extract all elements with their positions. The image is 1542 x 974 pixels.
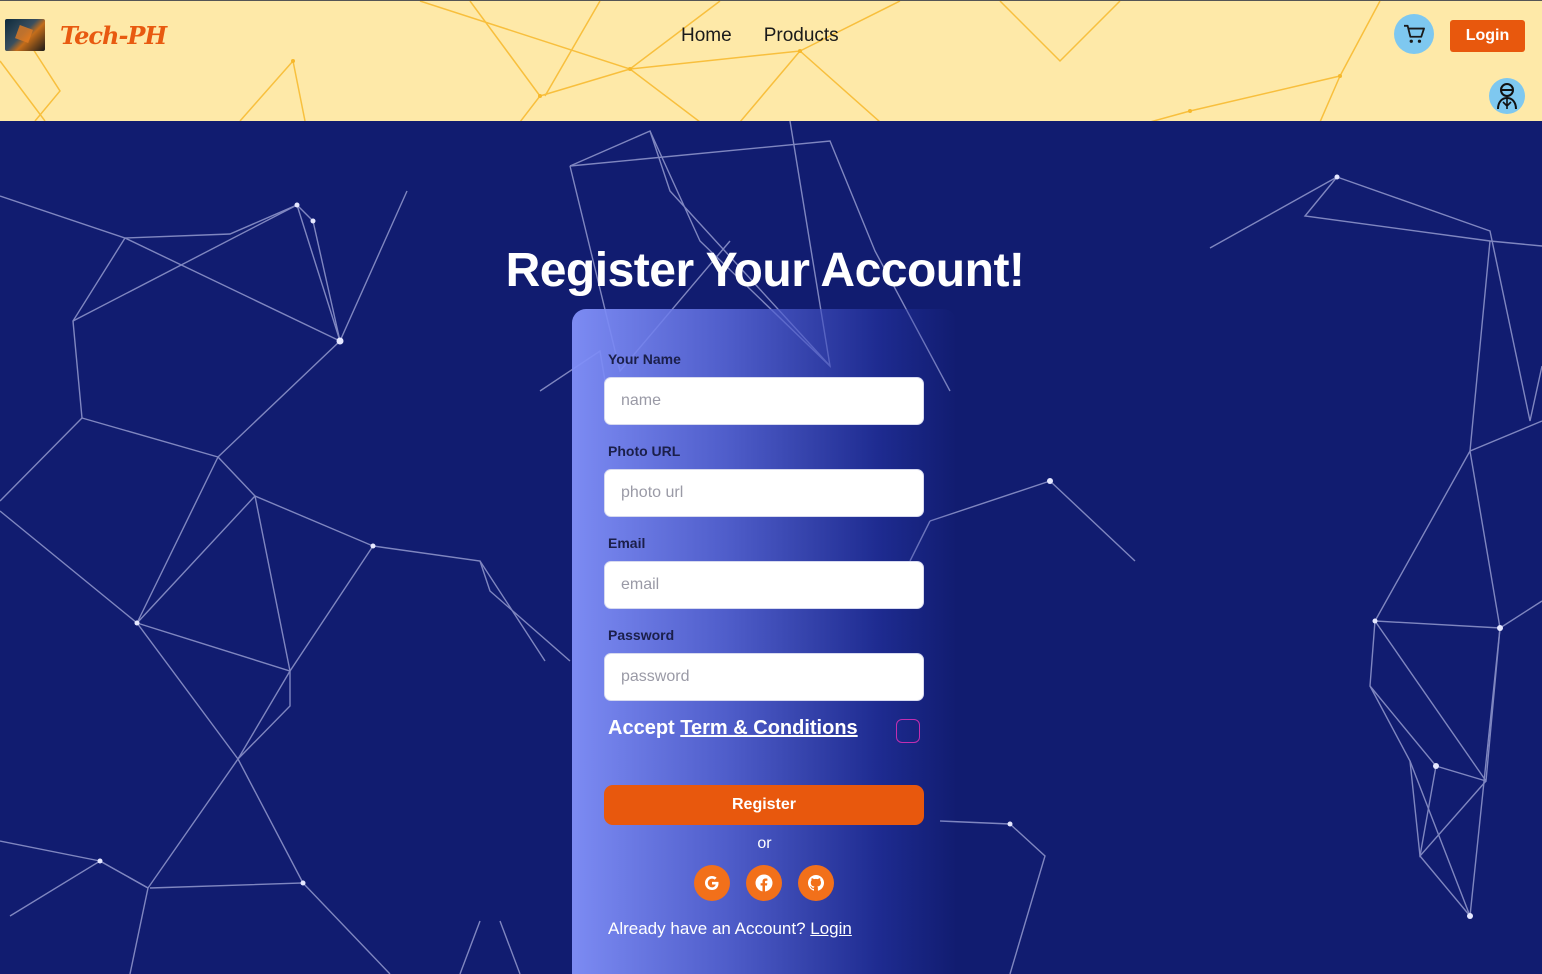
- header-login-button[interactable]: Login: [1450, 20, 1525, 52]
- facebook-icon: [755, 874, 773, 892]
- social-login: [694, 865, 834, 901]
- name-input[interactable]: [604, 377, 924, 425]
- github-login-button[interactable]: [798, 865, 834, 901]
- cart-icon: [1404, 24, 1425, 43]
- register-button[interactable]: Register: [604, 785, 924, 825]
- terms-link[interactable]: Term & Conditions: [680, 717, 857, 739]
- google-icon: [705, 876, 719, 890]
- register-page: Register Your Account! Your Name Photo U…: [0, 121, 1542, 974]
- github-icon: [807, 875, 825, 891]
- user-avatar-icon: [1497, 83, 1517, 110]
- cart-button[interactable]: [1394, 14, 1434, 54]
- facebook-login-button[interactable]: [746, 865, 782, 901]
- terms-text: Accept Term & Conditions: [608, 717, 858, 740]
- accept-label: Accept: [608, 717, 675, 739]
- login-link[interactable]: Login: [810, 919, 852, 938]
- nav-home-link[interactable]: Home: [681, 25, 732, 47]
- page-title: Register Your Account!: [505, 244, 1025, 297]
- avatar[interactable]: [1489, 78, 1525, 114]
- brand-name: Tech-PH: [60, 20, 167, 50]
- password-input[interactable]: [604, 653, 924, 701]
- photo-url-label: Photo URL: [608, 443, 681, 459]
- brand[interactable]: Tech-PH: [5, 19, 167, 51]
- navbar: Tech-PH Home Products Login: [0, 0, 1542, 121]
- brand-logo: [5, 19, 45, 51]
- email-input[interactable]: [604, 561, 924, 609]
- login-prompt: Already have an Account? Login: [608, 919, 852, 939]
- nav-products-link[interactable]: Products: [764, 25, 839, 47]
- already-text: Already have an Account?: [608, 919, 806, 938]
- google-login-button[interactable]: [694, 865, 730, 901]
- or-divider: or: [757, 835, 772, 852]
- photo-url-input[interactable]: [604, 469, 924, 517]
- name-label: Your Name: [608, 351, 681, 367]
- email-label: Email: [608, 535, 646, 551]
- header-network-background: [0, 1, 1381, 121]
- register-form: Your Name Photo URL Email Password Accep…: [572, 309, 957, 974]
- terms-checkbox[interactable]: [896, 719, 920, 743]
- password-label: Password: [608, 627, 675, 643]
- main-nav: Home Products: [681, 25, 839, 47]
